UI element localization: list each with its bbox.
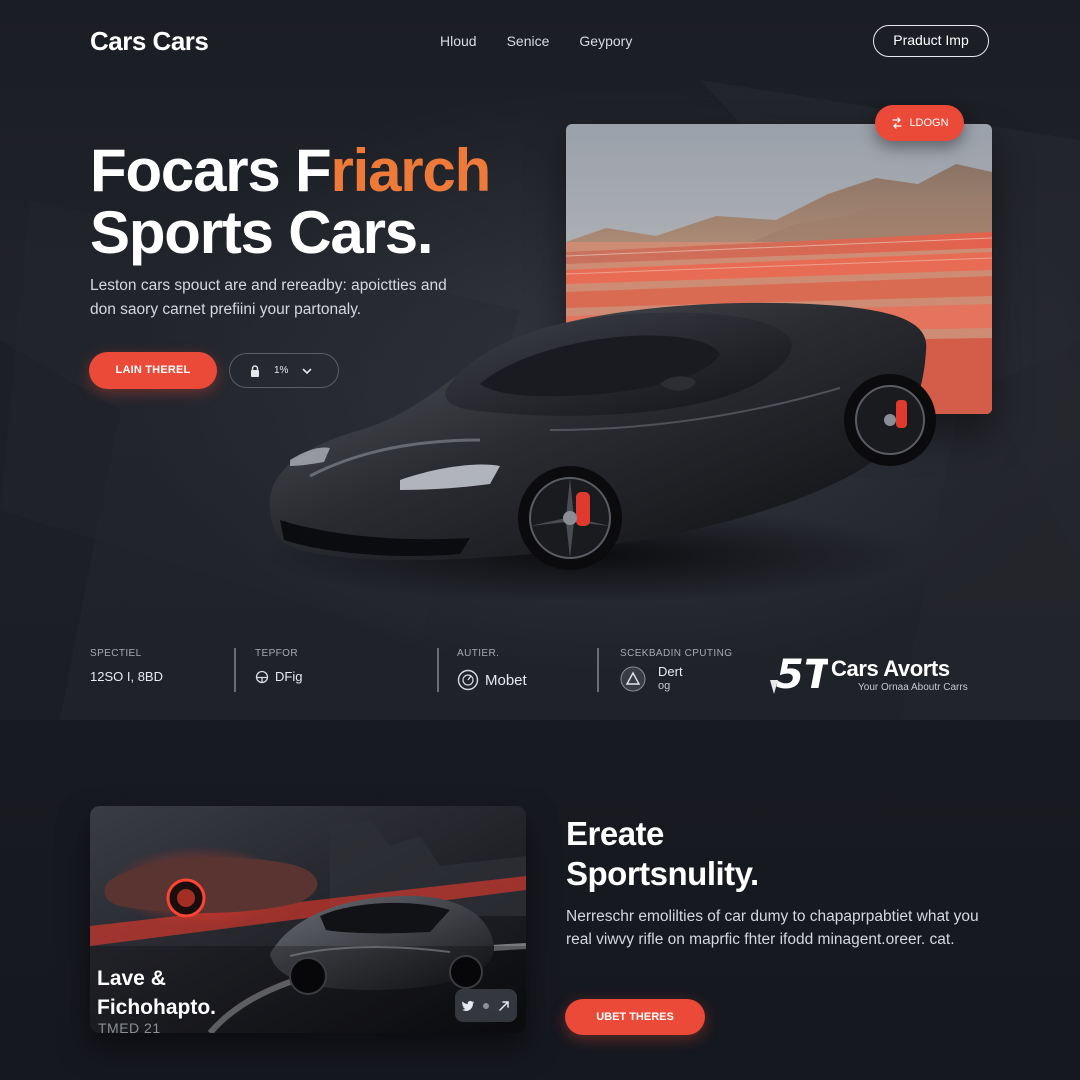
stat-label: SCEKBADIN CPUTING [620,648,733,659]
stat-label: TEPFOR [255,648,298,659]
stat-divider [597,648,599,692]
brand-tagline: Your Ornaa Aboutr Carrs [858,682,968,693]
stat-value-text: DFig [275,669,303,684]
top-nav: Cars Cars Hloud Senice Geypory Praduct I… [0,0,1080,82]
gauge-icon [457,669,479,691]
stat-divider [437,648,439,692]
stat-label: AUTIER. [457,648,500,659]
feature-cta-button[interactable]: UBET THERES [565,999,705,1035]
card-title-line-2: Fichohapto. [97,996,216,1019]
brand-logo-icon: 5T [770,652,828,694]
stat-tepfor: TEPFOR DFig [255,648,302,684]
feature-heading-line-1: Ereate [566,815,664,852]
stat-value-text: Dert [658,664,683,679]
hero-primary-button[interactable]: LAIN THEREL [89,352,217,389]
scene-badge-button[interactable]: LDOGN [875,105,964,141]
stat-value: Dert og [620,665,732,693]
card-title: Lave & Fichohapto. [97,964,216,1022]
nav-links: Hloud Senice Geypory [440,33,632,49]
brand-mark-text: 5T [776,652,828,694]
headline-white-part: Focars F [90,137,332,204]
steering-icon [255,670,269,683]
brand-name[interactable]: Cars Avorts [831,656,950,682]
hero-headline: Focars Friarch Sports Cars. [90,137,491,266]
scene-badge-label: LDOGN [909,117,949,129]
stat-value: Mobet [457,669,527,691]
headline-accent-part: riarch [330,137,491,204]
feature-heading: Ereate Sportsnulity. [566,814,759,894]
stat-autier: AUTIER. Mobet [457,648,527,691]
stat-label: SPECTIEL [90,648,142,659]
stat-value-text: Mobet [485,671,527,689]
site-logo[interactable]: Cars Cars [90,26,209,57]
card-title-line-1: Lave & [97,967,166,990]
stat-value-text: 12SO I, 8BD [90,669,163,684]
headline-line-2: Sports Cars. [90,199,434,266]
twitter-icon [462,1000,475,1011]
stat-value-sub: og [658,680,671,692]
stat-value-stack: Dert og [658,665,683,693]
stat-value: 12SO I, 8BD [90,669,163,684]
stat-spectiel: SPECTIEL 12SO I, 8BD [90,648,163,684]
card-subtitle: TMED 21 [98,1020,161,1036]
carousel-dot[interactable] [483,1002,489,1009]
card-carousel-control[interactable] [455,989,517,1022]
feature-description: Nerreschr emolilties of car dumy to chap… [566,908,979,948]
stat-scekbadin: SCEKBADIN CPUTING Dert og [620,648,732,693]
swap-icon [892,117,903,129]
nav-link-3[interactable]: Geypory [579,33,632,49]
sports-car-image [260,302,936,600]
feature-heading-line-2: Sportsnulity. [566,855,759,892]
nav-link-1[interactable]: Hloud [440,33,477,49]
arrow-right-icon [499,1000,509,1011]
stat-value: DFig [255,669,302,684]
nav-cta-button[interactable]: Praduct Imp [873,25,989,57]
stat-divider [234,648,236,692]
nav-link-2[interactable]: Senice [507,33,550,49]
shield-icon [620,666,646,692]
